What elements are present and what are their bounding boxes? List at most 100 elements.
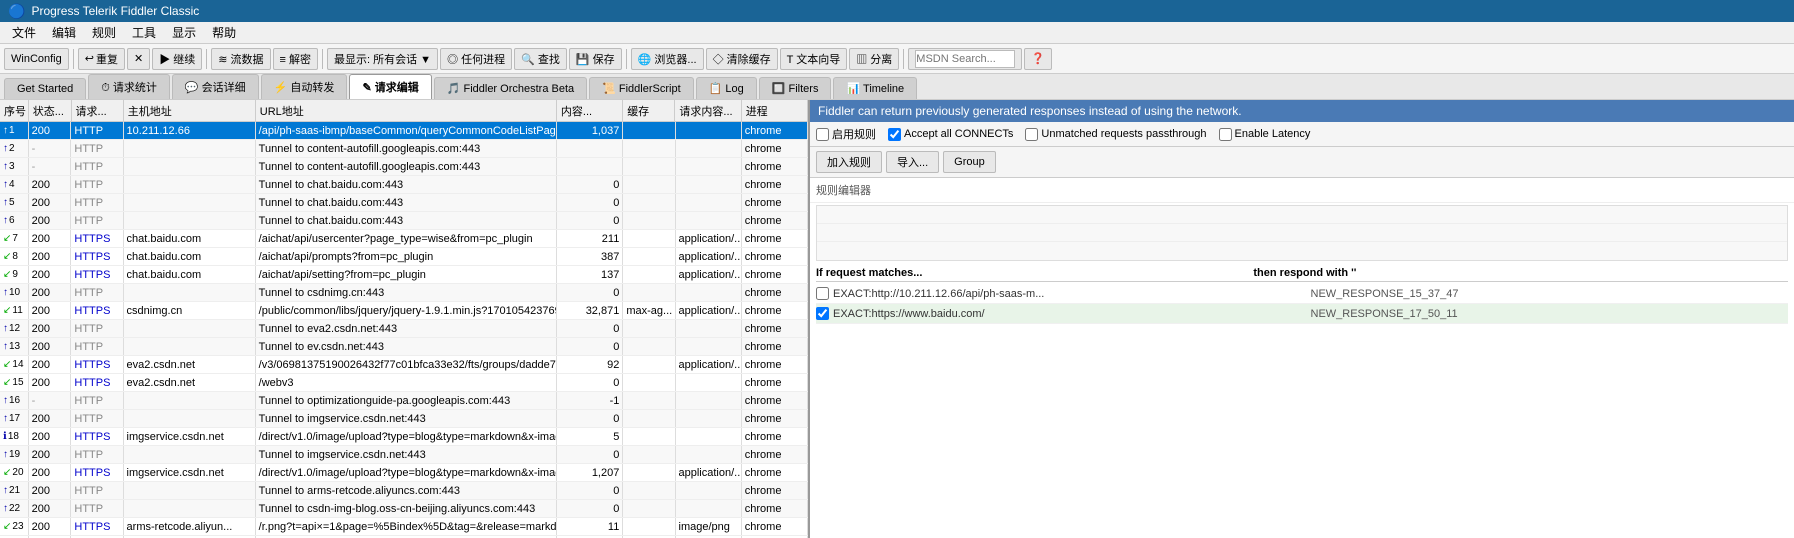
traffic-row[interactable]: ↑12 200 HTTP Tunnel to eva2.csdn.net:443… bbox=[0, 320, 808, 338]
cell-status: - bbox=[29, 140, 72, 157]
cell-process: chrome bbox=[742, 248, 808, 265]
unmatched-checkbox[interactable] bbox=[1025, 128, 1038, 141]
row-icon: ↙ bbox=[3, 521, 11, 532]
tab-autoresponder[interactable]: ⚡ 自动转发 bbox=[261, 74, 348, 99]
col-header-content[interactable]: 内容... bbox=[557, 100, 623, 121]
traffic-row[interactable]: ℹ18 200 HTTPS imgservice.csdn.net /direc… bbox=[0, 428, 808, 446]
col-header-cache[interactable]: 缓存 bbox=[623, 100, 675, 121]
cell-url: /api/ph-saas-ibmp/baseCommon/queryCommon… bbox=[256, 122, 557, 139]
browse-button[interactable]: 🌐 浏览器... bbox=[631, 48, 704, 70]
menu-tools[interactable]: 工具 bbox=[124, 22, 164, 43]
cell-size bbox=[557, 158, 623, 175]
traffic-row[interactable]: ↑13 200 HTTP Tunnel to ev.csdn.net:443 0… bbox=[0, 338, 808, 356]
enable-rules-checkbox[interactable] bbox=[816, 128, 829, 141]
stream-button[interactable]: ≋ 流数据 bbox=[211, 48, 270, 70]
cell-cache: max-ag... bbox=[623, 302, 675, 319]
help-button[interactable]: ❓ bbox=[1024, 48, 1052, 70]
cell-url: Tunnel to csdnimg.cn:443 bbox=[256, 284, 557, 301]
tab-log[interactable]: 📋 Log bbox=[696, 77, 757, 99]
menu-file[interactable]: 文件 bbox=[4, 22, 44, 43]
clear-cache-button[interactable]: ◇ 清除缓存 bbox=[706, 48, 778, 70]
traffic-row[interactable]: ↑3 - HTTP Tunnel to content-autofill.goo… bbox=[0, 158, 808, 176]
traffic-row[interactable]: ↑1 200 HTTP 10.211.12.66 /api/ph-saas-ib… bbox=[0, 122, 808, 140]
import-button[interactable]: 导入... bbox=[886, 151, 939, 173]
tab-request-editor[interactable]: ✎ 请求编辑 bbox=[349, 74, 431, 99]
col-header-url[interactable]: URL地址 bbox=[256, 100, 557, 121]
rule-1-checkbox[interactable] bbox=[816, 287, 829, 300]
traffic-row[interactable]: ↑6 200 HTTP Tunnel to chat.baidu.com:443… bbox=[0, 212, 808, 230]
tab-filters[interactable]: 🔲 Filters bbox=[759, 77, 832, 99]
traffic-row[interactable]: ↑21 200 HTTP Tunnel to arms-retcode.aliy… bbox=[0, 482, 808, 500]
row-icon: ↑ bbox=[3, 395, 8, 406]
msdn-button[interactable] bbox=[908, 48, 1022, 70]
msdn-search-input[interactable] bbox=[915, 50, 1015, 68]
checkbox-unmatched[interactable]: Unmatched requests passthrough bbox=[1025, 128, 1206, 141]
menu-help[interactable]: 帮助 bbox=[204, 22, 244, 43]
show-all-button[interactable]: 最显示: 所有会话 ▼ bbox=[327, 48, 438, 70]
save-button[interactable]: 💾 保存 bbox=[569, 48, 622, 70]
rule-2-checkbox[interactable] bbox=[816, 307, 829, 320]
col-header-status[interactable]: 状态... bbox=[29, 100, 72, 121]
cell-host bbox=[124, 392, 256, 409]
replay-button[interactable]: ↩ 重复 bbox=[78, 48, 125, 70]
resume-button[interactable]: ▶ 继续 bbox=[152, 48, 202, 70]
traffic-row[interactable]: ↑22 200 HTTP Tunnel to csdn-img-blog.oss… bbox=[0, 500, 808, 518]
traffic-row[interactable]: ↙20 200 HTTPS imgservice.csdn.net /direc… bbox=[0, 464, 808, 482]
cell-cache bbox=[623, 446, 675, 463]
find-button[interactable]: 🔍 查找 bbox=[514, 48, 567, 70]
cell-method: HTTP bbox=[71, 500, 123, 517]
cell-status: 200 bbox=[29, 356, 72, 373]
cell-url: Tunnel to imgservice.csdn.net:443 bbox=[256, 410, 557, 427]
traffic-row[interactable]: ↑16 - HTTP Tunnel to optimizationguide-p… bbox=[0, 392, 808, 410]
col-header-method[interactable]: 请求... bbox=[72, 100, 124, 121]
menu-view[interactable]: 显示 bbox=[164, 22, 204, 43]
traffic-row[interactable]: ↑10 200 HTTP Tunnel to csdnimg.cn:443 0 … bbox=[0, 284, 808, 302]
tab-session-detail[interactable]: 💬 会话详细 bbox=[172, 74, 259, 99]
traffic-row[interactable]: ↙15 200 HTTPS eva2.csdn.net /webv3 0 chr… bbox=[0, 374, 808, 392]
rule-row-2[interactable]: EXACT:https://www.baidu.com/ NEW_RESPONS… bbox=[816, 304, 1788, 324]
rules-editor[interactable] bbox=[816, 205, 1788, 261]
winconfig-button[interactable]: WinConfig bbox=[4, 48, 69, 70]
cell-size: 32,871 bbox=[557, 302, 623, 319]
col-header-body[interactable]: 请求内容... bbox=[675, 100, 741, 121]
remove-button[interactable]: ✕ bbox=[127, 48, 150, 70]
checkbox-accept-connects[interactable]: Accept all CONNECTs bbox=[888, 128, 1013, 141]
traffic-row[interactable]: ↙9 200 HTTPS chat.baidu.com /aichat/api/… bbox=[0, 266, 808, 284]
traffic-row[interactable]: ↑4 200 HTTP Tunnel to chat.baidu.com:443… bbox=[0, 176, 808, 194]
col-header-host[interactable]: 主机地址 bbox=[124, 100, 256, 121]
tab-timeline[interactable]: 📊 Timeline bbox=[833, 77, 917, 99]
enable-latency-checkbox[interactable] bbox=[1219, 128, 1232, 141]
col-header-process[interactable]: 进程 bbox=[742, 100, 808, 121]
accept-connects-checkbox[interactable] bbox=[888, 128, 901, 141]
menu-rules[interactable]: 规则 bbox=[84, 22, 124, 43]
checkbox-enable-latency[interactable]: Enable Latency bbox=[1219, 128, 1311, 141]
traffic-list[interactable]: ↑1 200 HTTP 10.211.12.66 /api/ph-saas-ib… bbox=[0, 122, 808, 538]
traffic-row[interactable]: ↑5 200 HTTP Tunnel to chat.baidu.com:443… bbox=[0, 194, 808, 212]
traffic-row[interactable]: ↙23 200 HTTPS arms-retcode.aliyun... /r.… bbox=[0, 518, 808, 536]
traffic-row[interactable]: ↙8 200 HTTPS chat.baidu.com /aichat/api/… bbox=[0, 248, 808, 266]
traffic-row[interactable]: ↙7 200 HTTPS chat.baidu.com /aichat/api/… bbox=[0, 230, 808, 248]
any-process-button[interactable]: ◎ 任何进程 bbox=[440, 48, 512, 70]
tab-request-stats[interactable]: ⏱ 请求统计 bbox=[88, 74, 170, 99]
tab-get-started[interactable]: Get Started bbox=[4, 78, 86, 99]
tab-orchestra[interactable]: 🎵 Fiddler Orchestra Beta bbox=[434, 77, 587, 99]
traffic-row[interactable]: ↑19 200 HTTP Tunnel to imgservice.csdn.n… bbox=[0, 446, 808, 464]
col-header-num[interactable]: 序号 bbox=[0, 100, 29, 121]
group-button[interactable]: Group bbox=[943, 151, 996, 173]
cell-url: Tunnel to arms-retcode.aliyuncs.com:443 bbox=[256, 482, 557, 499]
traffic-row[interactable]: ↑17 200 HTTP Tunnel to imgservice.csdn.n… bbox=[0, 410, 808, 428]
menu-edit[interactable]: 编辑 bbox=[44, 22, 84, 43]
checkbox-enable-rules[interactable]: 启用规则 bbox=[816, 126, 876, 142]
cell-process: chrome bbox=[742, 266, 808, 283]
traffic-row[interactable]: ↑2 - HTTP Tunnel to content-autofill.goo… bbox=[0, 140, 808, 158]
add-rule-button[interactable]: 加入规则 bbox=[816, 151, 882, 173]
text-dir-button[interactable]: T 文本向导 bbox=[780, 48, 848, 70]
cell-cache bbox=[623, 176, 675, 193]
decode-button[interactable]: ≡ 解密 bbox=[273, 48, 318, 70]
tab-fiddlerscript[interactable]: 📜 FiddlerScript bbox=[589, 77, 694, 99]
split-button[interactable]: ▥ 分离 bbox=[849, 48, 899, 70]
rule-row-1[interactable]: EXACT:http://10.211.12.66/api/ph-saas-m.… bbox=[816, 284, 1788, 304]
traffic-row[interactable]: ↙11 200 HTTPS csdnimg.cn /public/common/… bbox=[0, 302, 808, 320]
traffic-row[interactable]: ↙14 200 HTTPS eva2.csdn.net /v3/06981375… bbox=[0, 356, 808, 374]
row-icon: ↙ bbox=[3, 233, 11, 244]
